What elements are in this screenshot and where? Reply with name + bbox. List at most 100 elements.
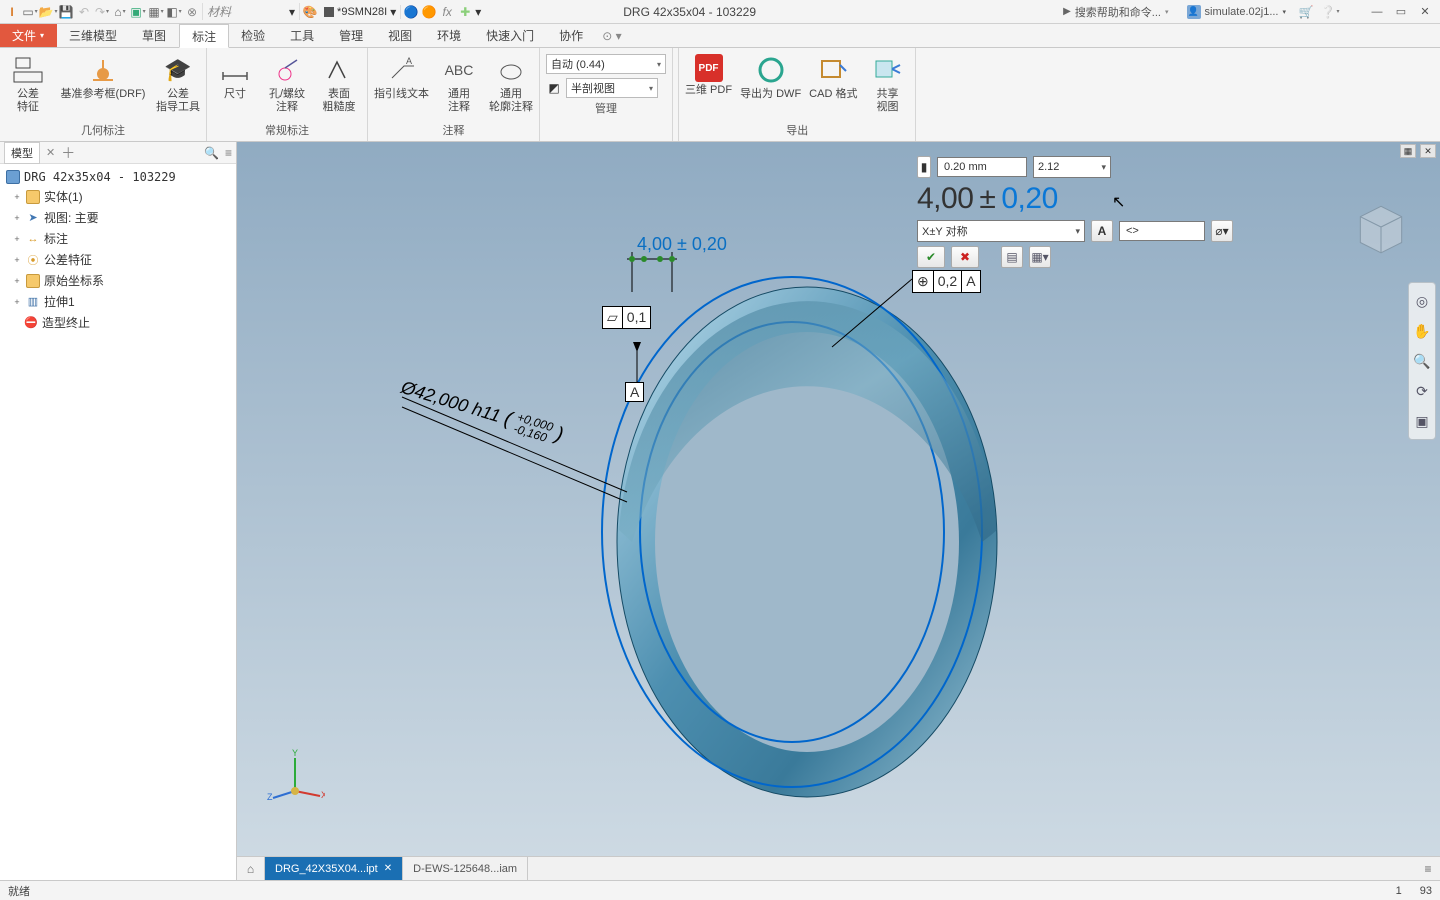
dim-options1-button[interactable]: ▤ (1001, 246, 1023, 268)
tolerance-value-input[interactable]: 0.20 mm (937, 157, 1027, 177)
window-close[interactable]: ✕ (1416, 5, 1434, 19)
home-icon[interactable]: ⌂▾ (112, 4, 128, 20)
user-avatar-icon: 👤 (1187, 5, 1201, 19)
appearance-selector[interactable]: *9SMN28I ▾ (320, 5, 401, 19)
tab-collab[interactable]: 协作 (547, 24, 596, 47)
tab-manage[interactable]: 管理 (327, 24, 376, 47)
dim-text-input[interactable]: <> (1119, 221, 1205, 241)
user-account[interactable]: 👤 simulate.02j1... ▾ (1187, 5, 1287, 19)
tab-view[interactable]: 视图 (376, 24, 425, 47)
redo-icon[interactable]: ↷▾ (94, 4, 110, 20)
undo-icon[interactable]: ↶ (76, 4, 92, 20)
nav-lookat-icon[interactable]: ▣ (1412, 409, 1432, 433)
dim-cancel-button[interactable]: ✖ (951, 246, 979, 268)
appearance-icon[interactable]: ⊗ (184, 4, 200, 20)
doc-tab-active[interactable]: DRG_42X35X04...ipt ✕ (265, 857, 403, 880)
tab-tools[interactable]: 工具 (278, 24, 327, 47)
section-view-select[interactable]: 半剖视图▾ (566, 78, 658, 98)
cad-format-button[interactable]: CAD 格式 (809, 50, 857, 101)
nav-zoom-icon[interactable]: 🔍 (1412, 349, 1432, 373)
tab-file[interactable]: 文件▾ (0, 24, 57, 47)
view-cube[interactable] (1350, 196, 1412, 258)
save-icon[interactable]: 💾 (58, 4, 74, 20)
browser-search-icon[interactable]: 🔍 (204, 146, 219, 160)
doc-tab-menu[interactable]: ≡ (1416, 857, 1440, 880)
tree-extrude[interactable]: +▥ 拉伸1 (0, 291, 236, 312)
dim-accept-button[interactable]: ✔ (917, 246, 945, 268)
dim-diameter-toggle[interactable]: ⌀▾ (1211, 220, 1233, 242)
select-icon[interactable]: ▣▾ (130, 4, 146, 20)
dim-text-format-button[interactable]: A (1091, 220, 1113, 242)
dim-standard-select[interactable]: 自动 (0.44)▾ (546, 54, 666, 74)
general-note-icon: ABC (443, 54, 475, 86)
browser-tab-close[interactable]: ✕ (46, 146, 55, 159)
tree-origin[interactable]: + 原始坐标系 (0, 270, 236, 291)
status-bar: 就绪 1 93 (0, 880, 1440, 900)
tab-annotate[interactable]: 标注 (179, 24, 229, 48)
datum-frame-button[interactable]: 基准参考框(DRF) (58, 50, 148, 101)
tab-overflow[interactable]: ⊙ ▾ (596, 24, 627, 47)
color-picker-icon[interactable]: 🎨 (302, 4, 318, 20)
dim-lock-toggle[interactable]: ▮ (917, 156, 931, 178)
fcf-position[interactable]: ⊕ 0,2 A (912, 270, 981, 293)
tab-3dmodel[interactable]: 三维模型 (57, 24, 130, 47)
new-icon[interactable]: ▭▾ (22, 4, 38, 20)
datum-a-label[interactable]: A (625, 382, 644, 402)
profile-note-button[interactable]: 通用 轮廓注释 (489, 50, 533, 114)
doc-home-button[interactable]: ⌂ (237, 857, 265, 880)
tolerance-type-select[interactable]: X±Y 对称▾ (917, 220, 1085, 242)
surface-finish-button[interactable]: 表面 粗糙度 (317, 50, 361, 114)
canvas-dim-4mm[interactable]: 4,00 ± 0,20 (637, 234, 727, 255)
window-minimize[interactable]: — (1368, 5, 1386, 19)
nav-orbit-icon[interactable]: ⟳ (1412, 379, 1432, 403)
cart-icon[interactable]: 🛒 (1298, 4, 1314, 20)
scene-svg (237, 142, 1440, 880)
fx-icon[interactable]: fx (439, 4, 455, 20)
nav-home-icon[interactable]: ◎ (1412, 289, 1432, 313)
doc-tab-close[interactable]: ✕ (384, 863, 392, 874)
status-counter-1: 1 (1396, 885, 1402, 897)
material-selector[interactable]: 材料 ▾ (202, 3, 300, 20)
ribbon-group-geometric: 公差 特征 基准参考框(DRF) 🎓 公差 指导工具 几何标注 (0, 48, 207, 141)
add-icon[interactable]: ✚ (457, 4, 473, 20)
browser-tab-add[interactable]: ＋ (61, 143, 75, 163)
tree-root[interactable]: DRG 42x35x04 - 103229 (0, 168, 236, 186)
dim-options2-button[interactable]: ▦▾ (1029, 246, 1051, 268)
fcf-flatness[interactable]: ▱ 0,1 (602, 306, 651, 329)
tab-env[interactable]: 环境 (425, 24, 474, 47)
tree-end[interactable]: ⛔ 造型终止 (0, 312, 236, 333)
tree-annotation[interactable]: +↔ 标注 (0, 228, 236, 249)
tree-solids[interactable]: + 实体(1) (0, 186, 236, 207)
app-icon: I (4, 4, 20, 20)
tree-tolerance-feature[interactable]: +⦿ 公差特征 (0, 249, 236, 270)
ribbon-tab-strip: 文件▾ 三维模型 草图 标注 检验 工具 管理 视图 环境 快速入门 协作 ⊙ … (0, 24, 1440, 48)
palette1-icon[interactable]: 🔵 (403, 4, 419, 20)
dimension-button[interactable]: 尺寸 (213, 50, 257, 101)
hole-thread-note-button[interactable]: 孔/螺纹 注释 (265, 50, 309, 114)
share-view-button[interactable]: 共享 视图 (865, 50, 909, 114)
palette2-icon[interactable]: 🟠 (421, 4, 437, 20)
help-icon[interactable]: ❔▾ (1322, 4, 1338, 20)
window-maximize[interactable]: ▭ (1392, 5, 1410, 19)
browser-menu-icon[interactable]: ≡ (225, 146, 232, 160)
nav-pan-icon[interactable]: ✋ (1412, 319, 1432, 343)
precision-select[interactable]: 2.12▾ (1033, 156, 1111, 178)
tree-view[interactable]: +➤ 视图: 主要 (0, 207, 236, 228)
open-icon[interactable]: 📂▾ (40, 4, 56, 20)
ribbon-group-management: 自动 (0.44)▾ ◩ 半剖视图▾ 管理 (540, 48, 673, 141)
tolerance-advisor-button[interactable]: 🎓 公差 指导工具 (156, 50, 200, 114)
layer-icon[interactable]: ▦▾ (148, 4, 164, 20)
tab-sketch[interactable]: 草图 (130, 24, 179, 47)
tolerance-feature-button[interactable]: 公差 特征 (6, 50, 50, 114)
tab-getstarted[interactable]: 快速入门 (474, 24, 547, 47)
help-search[interactable]: ▶ 搜索帮助和命令... ▾ (1063, 4, 1168, 20)
graphics-canvas[interactable]: ▦ ✕ (237, 142, 1440, 880)
render-icon[interactable]: ◧▾ (166, 4, 182, 20)
general-note-button[interactable]: ABC 通用 注释 (437, 50, 481, 114)
doc-tab-other[interactable]: D-EWS-125648...iam (403, 857, 528, 880)
leader-text-button[interactable]: A 指引线文本 (374, 50, 429, 101)
3d-pdf-button[interactable]: PDF 三维 PDF (685, 50, 732, 97)
export-dwf-button[interactable]: 导出为 DWF (740, 50, 801, 101)
tab-inspect[interactable]: 检验 (229, 24, 278, 47)
browser-tab-model[interactable]: 模型 (4, 142, 40, 164)
